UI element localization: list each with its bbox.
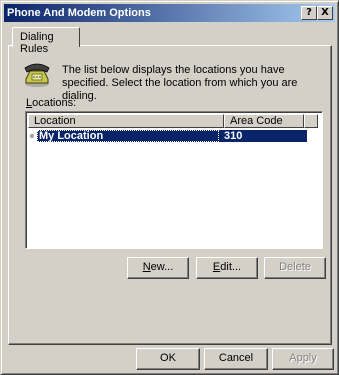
title-bar[interactable]: Phone And Modem Options ? X [4, 4, 335, 22]
delete-button[interactable]: Delete [264, 257, 326, 279]
selected-location-radio-icon [30, 133, 34, 138]
column-header-area-code[interactable]: Area Code [224, 114, 304, 128]
column-header-location[interactable]: Location [28, 114, 224, 128]
cell-location: My Location [37, 129, 219, 142]
apply-button[interactable]: Apply [272, 348, 334, 370]
column-header-filler [304, 114, 318, 128]
close-button[interactable]: X [317, 6, 333, 20]
selected-row-highlight[interactable]: My Location 310 [37, 129, 307, 142]
tab-dialing-rules[interactable]: Dialing Rules [12, 27, 80, 55]
new-button-rest: ew... [150, 261, 174, 273]
window-title: Phone And Modem Options [7, 7, 151, 19]
help-button[interactable]: ? [301, 6, 317, 20]
new-button-accel: N [142, 261, 151, 273]
edit-button[interactable]: Edit... [196, 257, 258, 279]
cancel-button[interactable]: Cancel [204, 348, 268, 370]
title-bar-buttons: ? X [301, 6, 333, 20]
ok-button[interactable]: OK [136, 348, 200, 370]
locations-label-rest: ocations: [32, 97, 77, 109]
locations-label: Locations: [26, 97, 76, 109]
edit-button-rest: dit... [220, 261, 242, 273]
cell-area-code: 310 [224, 129, 243, 142]
list-header: Location Area Code [28, 114, 318, 128]
description-text: The list below displays the locations yo… [62, 64, 298, 102]
new-button[interactable]: New... [127, 257, 189, 279]
list-row[interactable]: My Location 310 [28, 129, 307, 142]
locations-list[interactable]: Location Area Code My Location 310 [25, 111, 323, 249]
phone-icon [24, 63, 50, 87]
